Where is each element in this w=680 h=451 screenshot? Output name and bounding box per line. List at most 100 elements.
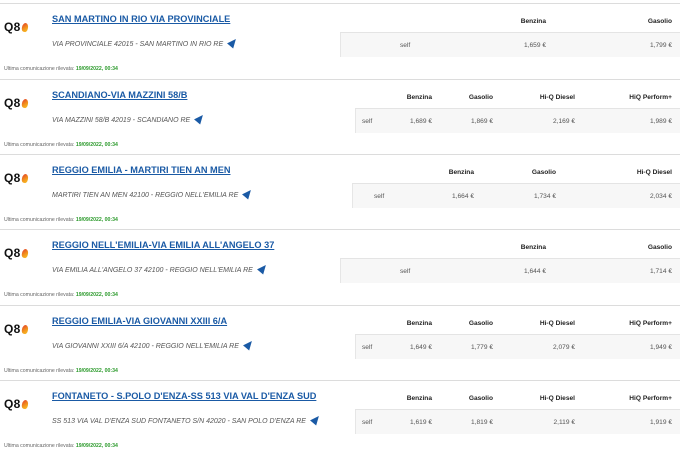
brand-logo-text: Q8 bbox=[4, 96, 21, 110]
card-divider bbox=[0, 3, 680, 4]
fuel-price: 1,659 € bbox=[524, 42, 546, 49]
navigate-icon[interactable] bbox=[242, 187, 255, 200]
station-card: Q8 FONTANETO - S.POLO D'ENZA-SS 513 VIA V… bbox=[0, 377, 680, 451]
last-update-label: Ultima comunicazione rilevata: bbox=[4, 66, 75, 72]
last-update: Ultima comunicazione rilevata: 19/09/202… bbox=[4, 292, 118, 298]
price-row-background bbox=[355, 410, 680, 434]
station-card: Q8 SCANDIANO-VIA MAZZINI 58/B VIA MAZZINI … bbox=[0, 76, 680, 152]
fuel-header: Benzina bbox=[406, 94, 432, 101]
fuel-header: Benzina bbox=[448, 169, 474, 176]
station-name-link[interactable]: REGGIO EMILIA - MARTIRI TIEN AN MEN bbox=[52, 165, 230, 175]
navigate-icon[interactable] bbox=[227, 36, 240, 49]
flame-icon bbox=[20, 98, 29, 109]
flame-icon bbox=[20, 248, 29, 259]
fuel-price: 1,689 € bbox=[410, 118, 432, 125]
fuel-header: Gasolio bbox=[647, 18, 672, 25]
fuel-header: Gasolio bbox=[468, 320, 493, 327]
station-address: VIA GIOVANNI XXIII 6/A 42100 - REGGIO NE… bbox=[52, 338, 255, 351]
station-address-text: VIA EMILIA ALL'ANGELO 37 42100 - REGGIO … bbox=[52, 267, 253, 274]
fuel-header: HiQ Perform+ bbox=[629, 320, 672, 327]
brand-logo: Q8 bbox=[4, 96, 29, 110]
service-mode: self bbox=[362, 344, 373, 351]
fuel-header: HiQ Perform+ bbox=[629, 395, 672, 402]
fuel-header: Benzina bbox=[520, 18, 546, 25]
station-address-text: VIA GIOVANNI XXIII 6/A 42100 - REGGIO NE… bbox=[52, 343, 239, 350]
station-card: Q8 SAN MARTINO IN RIO VIA PROVINCIALE VIA … bbox=[0, 0, 680, 76]
flame-icon bbox=[20, 173, 29, 184]
station-card: Q8 REGGIO NELL'EMILIA-VIA EMILIA ALL'ANGE… bbox=[0, 226, 680, 302]
station-address-text: VIA PROVINCIALE 42015 - SAN MARTINO IN R… bbox=[52, 41, 224, 48]
station-card: Q8 REGGIO EMILIA - MARTIRI TIEN AN MEN MAR… bbox=[0, 151, 680, 227]
last-update: Ultima comunicazione rilevata: 19/09/202… bbox=[4, 142, 118, 148]
brand-logo: Q8 bbox=[4, 171, 29, 185]
fuel-price: 1,819 € bbox=[471, 419, 493, 426]
navigate-icon[interactable] bbox=[194, 112, 207, 125]
station-name-link[interactable]: SAN MARTINO IN RIO VIA PROVINCIALE bbox=[52, 14, 230, 24]
price-row-background bbox=[352, 184, 680, 208]
card-divider bbox=[0, 380, 680, 381]
fuel-price: 1,869 € bbox=[471, 118, 493, 125]
last-update-label: Ultima comunicazione rilevata: bbox=[4, 368, 75, 374]
fuel-header: Hi-Q Diesel bbox=[636, 169, 672, 176]
navigate-icon[interactable] bbox=[256, 262, 269, 275]
last-update: Ultima comunicazione rilevata: 19/09/202… bbox=[4, 368, 118, 374]
card-divider bbox=[0, 79, 680, 80]
last-update-date: 19/09/2022, 00:34 bbox=[75, 66, 118, 72]
last-update-date: 19/09/2022, 00:34 bbox=[75, 217, 118, 223]
fuel-price: 1,989 € bbox=[650, 118, 672, 125]
fuel-price: 2,169 € bbox=[553, 118, 575, 125]
fuel-header: Hi-Q Diesel bbox=[539, 320, 575, 327]
flame-icon bbox=[20, 399, 29, 410]
brand-logo-text: Q8 bbox=[4, 171, 21, 185]
navigate-icon[interactable] bbox=[242, 338, 255, 351]
station-name-link[interactable]: REGGIO NELL'EMILIA-VIA EMILIA ALL'ANGELO… bbox=[52, 240, 274, 250]
fuel-header: Hi-Q Diesel bbox=[539, 395, 575, 402]
service-mode: self bbox=[400, 42, 411, 49]
last-update-date: 19/09/2022, 00:34 bbox=[75, 368, 118, 374]
fuel-price: 1,619 € bbox=[410, 419, 432, 426]
service-mode: self bbox=[362, 419, 373, 426]
last-update-label: Ultima comunicazione rilevata: bbox=[4, 292, 75, 298]
brand-logo: Q8 bbox=[4, 322, 29, 336]
station-address-text: MARTIRI TIEN AN MEN 42100 - REGGIO NELL'… bbox=[52, 192, 239, 199]
brand-logo: Q8 bbox=[4, 397, 29, 411]
station-card: Q8 REGGIO EMILIA-VIA GIOVANNI XXIII 6/A VI… bbox=[0, 302, 680, 378]
service-mode: self bbox=[362, 118, 373, 125]
fuel-price: 2,079 € bbox=[553, 344, 575, 351]
station-address: SS 513 VIA VAL D'ENZA SUD FONTANETO S/N … bbox=[52, 413, 322, 426]
fuel-header: HiQ Perform+ bbox=[629, 94, 672, 101]
price-row-background bbox=[340, 259, 680, 283]
fuel-header: Benzina bbox=[520, 244, 546, 251]
fuel-price: 1,664 € bbox=[452, 193, 474, 200]
fuel-price: 1,779 € bbox=[471, 344, 493, 351]
fuel-price: 1,649 € bbox=[410, 344, 432, 351]
last-update: Ultima comunicazione rilevata: 19/09/202… bbox=[4, 217, 118, 223]
card-divider bbox=[0, 305, 680, 306]
fuel-price: 1,949 € bbox=[650, 344, 672, 351]
fuel-price: 1,919 € bbox=[650, 419, 672, 426]
brand-logo: Q8 bbox=[4, 246, 29, 260]
station-address: MARTIRI TIEN AN MEN 42100 - REGGIO NELL'… bbox=[52, 187, 255, 200]
brand-logo-text: Q8 bbox=[4, 322, 21, 336]
brand-logo-text: Q8 bbox=[4, 397, 21, 411]
last-update: Ultima comunicazione rilevata: 19/09/202… bbox=[4, 443, 118, 449]
fuel-price: 2,119 € bbox=[553, 419, 575, 426]
price-row-background bbox=[355, 335, 680, 359]
brand-logo-text: Q8 bbox=[4, 246, 21, 260]
station-name-link[interactable]: SCANDIANO-VIA MAZZINI 58/B bbox=[52, 90, 187, 100]
fuel-header: Hi-Q Diesel bbox=[539, 94, 575, 101]
fuel-header: Gasolio bbox=[531, 169, 556, 176]
navigate-icon[interactable] bbox=[310, 413, 322, 426]
last-update-date: 19/09/2022, 00:34 bbox=[75, 142, 118, 148]
card-divider bbox=[0, 154, 680, 155]
fuel-header: Gasolio bbox=[647, 244, 672, 251]
fuel-price: 1,714 € bbox=[650, 268, 672, 275]
fuel-price: 1,644 € bbox=[524, 268, 546, 275]
station-name-link[interactable]: FONTANETO - S.POLO D'ENZA-SS 513 VIA VAL… bbox=[52, 391, 316, 401]
flame-icon bbox=[20, 22, 29, 33]
fuel-header: Gasolio bbox=[468, 395, 493, 402]
station-address: VIA PROVINCIALE 42015 - SAN MARTINO IN R… bbox=[52, 36, 240, 49]
brand-logo: Q8 bbox=[4, 20, 29, 34]
station-name-link[interactable]: REGGIO EMILIA-VIA GIOVANNI XXIII 6/A bbox=[52, 316, 227, 326]
last-update: Ultima comunicazione rilevata: 19/09/202… bbox=[4, 66, 118, 72]
